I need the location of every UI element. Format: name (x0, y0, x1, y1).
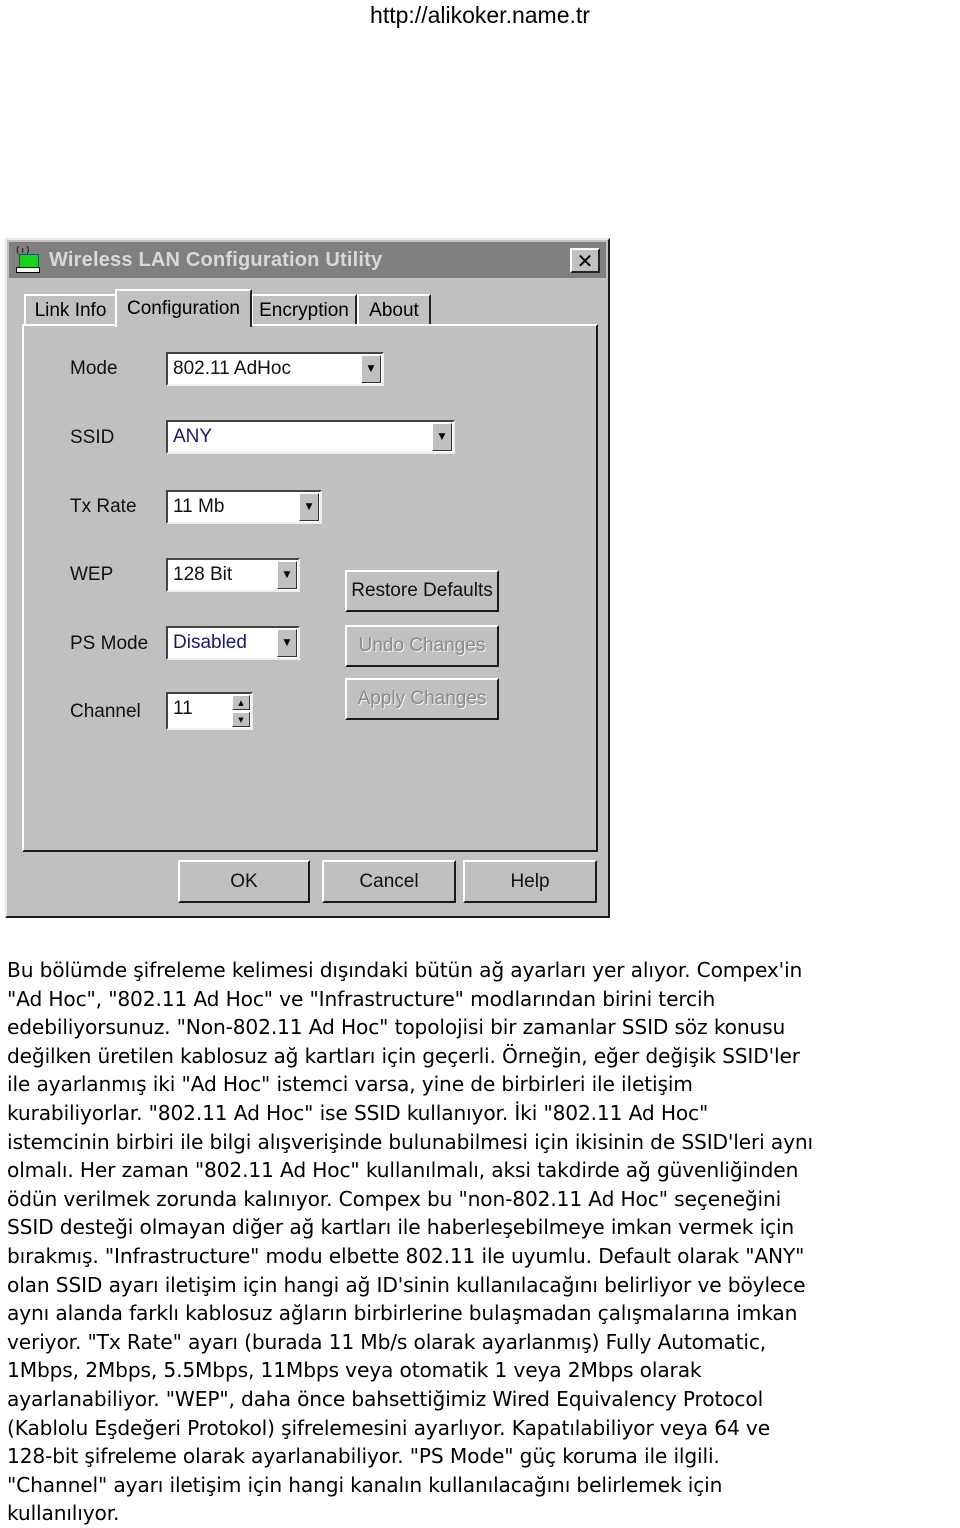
wep-value: 128 Bit (173, 564, 233, 585)
wep-select[interactable]: 128 Bit ▼ (166, 558, 300, 592)
spin-up-icon[interactable]: ▲ (232, 695, 250, 710)
tab-link-info[interactable]: Link Info (24, 294, 117, 326)
mode-label: Mode (70, 358, 118, 379)
button-label: Restore Defaults (351, 580, 493, 601)
tab-label: Configuration (126, 298, 241, 319)
chevron-down-icon[interactable]: ▼ (299, 493, 319, 521)
channel-value: 11 (173, 698, 193, 719)
tab-configuration[interactable]: Configuration (115, 289, 252, 327)
article-line: 128-bit şifreleme olarak ayarlanabiliyor… (7, 1444, 720, 1469)
article-line: 1Mbps, 2Mbps, 5.5Mbps, 11Mbps veya otoma… (7, 1358, 702, 1383)
close-icon: ✕ (576, 248, 594, 273)
undo-changes-button[interactable]: Undo Changes (345, 625, 499, 667)
ssid-label: SSID (70, 427, 115, 448)
tab-encryption[interactable]: Encryption (251, 294, 357, 326)
channel-spinner[interactable]: 11 ▲ ▼ (166, 692, 253, 730)
wep-label: WEP (70, 564, 114, 585)
article-line: olan SSID ayarı iletişim için hangi ağ I… (7, 1272, 806, 1297)
article-line: ayarlanabiliyor. "WEP", daha önce bahset… (7, 1386, 764, 1411)
chevron-down-icon[interactable]: ▼ (432, 423, 452, 451)
restore-defaults-button[interactable]: Restore Defaults (345, 570, 499, 612)
window-title: Wireless LAN Configuration Utility (49, 248, 383, 271)
button-label: OK (230, 870, 258, 892)
button-label: Cancel (359, 870, 419, 892)
tx-rate-value: 11 Mb (173, 496, 225, 517)
chevron-down-icon[interactable]: ▼ (361, 355, 381, 383)
ssid-value: ANY (173, 426, 213, 447)
site-url: http://alikoker.name.tr (370, 2, 590, 28)
close-button[interactable]: ✕ (570, 248, 600, 273)
article-line: kurabiliyorlar. "802.11 Ad Hoc" ise SSID… (7, 1100, 709, 1125)
article-line: ile ayarlanmış iki "Ad Hoc" istemci vars… (7, 1072, 693, 1097)
ps-mode-label: PS Mode (70, 633, 149, 654)
tab-about[interactable]: About (357, 294, 431, 326)
mode-value: 802.11 AdHoc (173, 358, 291, 379)
tab-label: Link Info (34, 300, 107, 321)
article-line: "Channel" ayarı iletişim için hangi kana… (7, 1472, 723, 1497)
title-bar[interactable]: (ı) Wireless LAN Configuration Utility ✕ (9, 242, 606, 278)
help-button[interactable]: Help (463, 860, 597, 903)
wireless-network-icon: (ı) (13, 245, 43, 275)
ssid-select[interactable]: ANY ▼ (166, 420, 455, 454)
article-line: değilken üretilen kablosuz ağ kartları i… (7, 1043, 800, 1068)
ps-mode-value: Disabled (173, 632, 247, 653)
tab-label: About (369, 300, 419, 321)
article-line: edebiliyorsunuz. "Non-802.11 Ad Hoc" top… (7, 1015, 786, 1040)
channel-label: Channel (70, 701, 141, 722)
configuration-panel: Mode 802.11 AdHoc ▼ SSID ANY ▼ Tx Rate 1… (22, 324, 598, 852)
button-label: Undo Changes (358, 635, 486, 656)
ps-mode-select[interactable]: Disabled ▼ (166, 626, 300, 660)
article-line: veriyor. "Tx Rate" ayarı (burada 11 Mb/s… (7, 1329, 767, 1354)
article-line: Bu bölümde şifreleme kelimesi dışındaki … (7, 958, 803, 982)
article-line: olmalı. Her zaman "802.11 Ad Hoc" kullan… (7, 1158, 799, 1183)
article-line: "Ad Hoc", "802.11 Ad Hoc" ve "Infrastruc… (7, 986, 716, 1011)
spin-down-icon[interactable]: ▼ (232, 712, 250, 727)
ok-button[interactable]: OK (178, 860, 310, 903)
cancel-button[interactable]: Cancel (322, 860, 456, 903)
apply-changes-button[interactable]: Apply Changes (345, 678, 499, 720)
button-label: Help (510, 870, 550, 892)
article-line: SSID desteği olmayan diğer ağ kartları i… (7, 1215, 795, 1240)
chevron-down-icon[interactable]: ▼ (277, 629, 297, 657)
article-line: kullanılıyor. (7, 1501, 120, 1526)
article-line: bırakmış. "Infrastructure" modu elbette … (7, 1243, 805, 1268)
tab-label: Encryption (259, 300, 349, 321)
chevron-down-icon[interactable]: ▼ (277, 561, 297, 589)
tx-rate-label: Tx Rate (70, 496, 137, 517)
article-paragraph: Bu bölümde şifreleme kelimesi dışındaki … (7, 956, 960, 1528)
article-line: aynı alanda farklı kablosuz ağların birb… (7, 1301, 798, 1326)
wireless-lan-config-window: (ı) Wireless LAN Configuration Utility ✕… (5, 238, 610, 918)
mode-select[interactable]: 802.11 AdHoc ▼ (166, 352, 384, 386)
article-line: ödün verilmek zorunda kalınıyor. Compex … (7, 1186, 782, 1211)
button-label: Apply Changes (357, 688, 487, 709)
tx-rate-select[interactable]: 11 Mb ▼ (166, 490, 322, 524)
article-line: (Kablolu Eşdeğeri Protokol) şifrelemesin… (7, 1415, 770, 1440)
article-line: istemcinin birbiri ile bilgi alışverişin… (7, 1129, 814, 1154)
